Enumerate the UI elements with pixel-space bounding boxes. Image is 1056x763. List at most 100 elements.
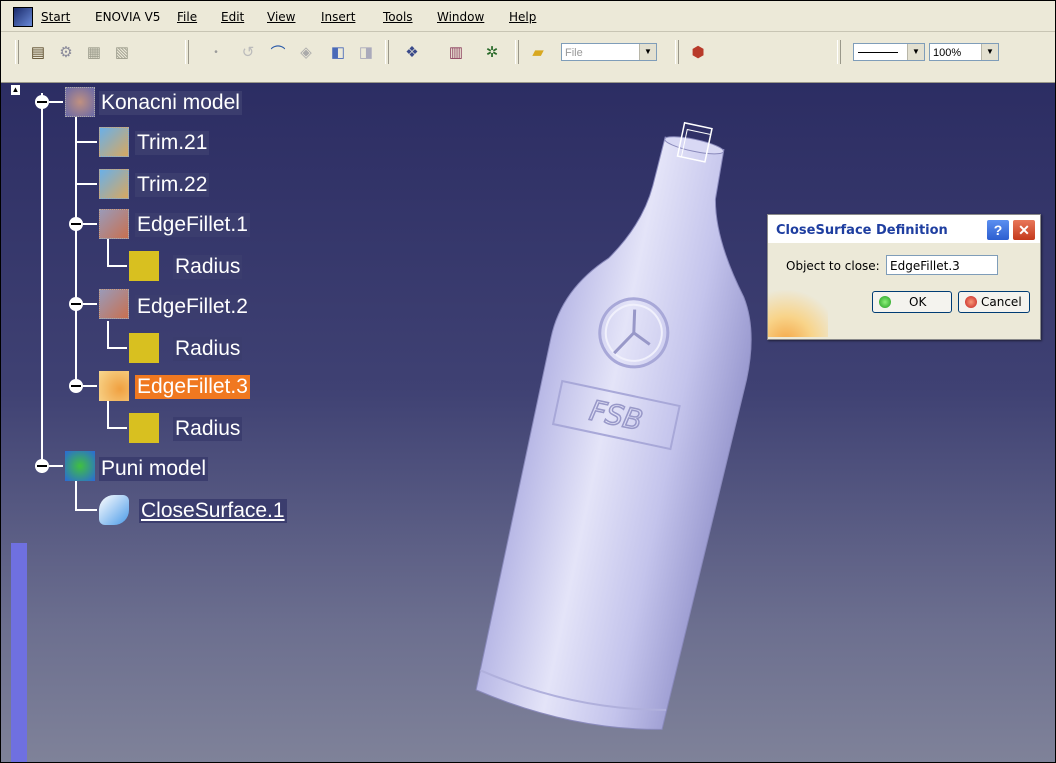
arc-icon[interactable]: ⌒ <box>267 41 289 63</box>
dialog-title-bar[interactable]: CloseSurface Definition ? ✕ <box>768 215 1040 243</box>
tree-branch <box>107 239 109 267</box>
analysis-icon[interactable]: ✲ <box>481 41 503 63</box>
tree-connector <box>83 385 97 387</box>
menu-enovia[interactable]: ENOVIA V5 <box>95 10 160 24</box>
tree-item-edgefillet-3[interactable]: EdgeFillet.3 <box>135 375 250 399</box>
app-window: Start ENOVIA V5 File Edit View Insert To… <box>0 0 1056 763</box>
edge-fillet-icon[interactable] <box>99 209 129 239</box>
apply-material-icon[interactable]: ❖ <box>401 41 423 63</box>
menu-insert[interactable]: Insert <box>321 10 355 24</box>
tree-item-radius[interactable]: Radius <box>173 337 243 361</box>
dialog-decoration <box>768 279 828 337</box>
tree-connector <box>107 265 127 267</box>
toolbar: ▤ ⚙ ▦ ▧ • ↺ ⌒ ◈ ◧ ◨ ❖ ▥ ✲ ▰ File ▼ ⬢ ▼ 1… <box>1 32 1055 83</box>
trim-icon[interactable] <box>99 127 129 157</box>
parameter-icon[interactable] <box>129 251 159 281</box>
close-icon[interactable]: ✕ <box>1012 219 1036 241</box>
expand-toggle[interactable] <box>69 297 83 311</box>
menu-help[interactable]: Help <box>509 10 536 24</box>
part-body-icon[interactable] <box>65 87 95 117</box>
point-icon[interactable]: • <box>205 41 227 63</box>
tree-item-konacni-model[interactable]: Konacni model <box>99 91 242 115</box>
open-folder-icon[interactable]: ▰ <box>527 41 549 63</box>
specification-tree: ▲ Konacni model Trim.21 Trim.22 EdgeFill… <box>1 83 321 543</box>
tree-scrollbar[interactable] <box>11 543 27 762</box>
chevron-down-icon[interactable]: ▼ <box>981 44 998 60</box>
toolbar-grip[interactable] <box>837 40 841 64</box>
undo-icon[interactable]: ↺ <box>237 41 259 63</box>
expand-toggle[interactable] <box>35 95 49 109</box>
cancel-label: Cancel <box>981 295 1022 309</box>
cancel-button[interactable]: Cancel <box>958 291 1030 313</box>
toolbar-grip[interactable] <box>385 40 389 64</box>
object-to-close-field[interactable]: EdgeFillet.3 <box>886 255 998 275</box>
tree-connector <box>77 183 97 185</box>
tree-item-trim-21[interactable]: Trim.21 <box>135 131 210 155</box>
tree-connector <box>49 101 63 103</box>
file-combo-value: File <box>565 47 583 59</box>
3d-viewport[interactable]: FSB ▲ Konacni model Trim.21 Trim.22 Edge… <box>1 83 1055 762</box>
ok-icon <box>879 296 891 308</box>
cancel-icon <box>965 296 977 308</box>
file-combo[interactable]: File ▼ <box>561 43 657 61</box>
ok-label: OK <box>909 295 927 309</box>
tree-connector <box>83 303 97 305</box>
ok-button[interactable]: OK <box>872 291 952 313</box>
toolbar-grip[interactable] <box>185 40 189 64</box>
chevron-down-icon[interactable]: ▼ <box>907 44 924 60</box>
view-icon[interactable]: ◧ <box>327 41 349 63</box>
publication-icon[interactable]: ▧ <box>111 41 133 63</box>
catia-logo-icon[interactable] <box>13 7 33 27</box>
menu-edit[interactable]: Edit <box>221 10 244 24</box>
tree-connector <box>49 465 63 467</box>
tree-item-radius[interactable]: Radius <box>173 417 243 441</box>
tree-item-edgefillet-2[interactable]: EdgeFillet.2 <box>135 295 250 319</box>
filter-icon[interactable]: ⬢ <box>687 41 709 63</box>
tools-icon[interactable]: ▦ <box>83 41 105 63</box>
menu-window[interactable]: Window <box>437 10 484 24</box>
toolbar-grip[interactable] <box>15 40 19 64</box>
scroll-up-icon[interactable]: ▲ <box>11 85 20 95</box>
expand-toggle[interactable] <box>69 217 83 231</box>
closesurface-dialog: CloseSurface Definition ? ✕ Object to cl… <box>767 214 1041 340</box>
tree-connector <box>83 223 97 225</box>
trim-icon[interactable] <box>99 169 129 199</box>
tree-item-closesurface-1[interactable]: CloseSurface.1 <box>139 499 287 523</box>
line-style-combo[interactable]: ▼ <box>853 43 925 61</box>
tree-item-edgefillet-1[interactable]: EdgeFillet.1 <box>135 213 250 237</box>
help-icon[interactable]: ? <box>986 219 1010 241</box>
geometrical-set-icon[interactable] <box>65 451 95 481</box>
menu-view[interactable]: View <box>267 10 295 24</box>
edge-fillet-icon[interactable] <box>99 371 129 401</box>
edge-fillet-icon[interactable] <box>99 289 129 319</box>
view-alt-icon[interactable]: ◨ <box>355 41 377 63</box>
toolbar-grip[interactable] <box>515 40 519 64</box>
tree-item-puni-model[interactable]: Puni model <box>99 457 209 481</box>
dialog-title: CloseSurface Definition <box>776 223 948 238</box>
catalog-icon[interactable]: ⚙ <box>55 41 77 63</box>
expand-toggle[interactable] <box>69 379 83 393</box>
parameter-icon[interactable] <box>129 333 159 363</box>
line-sample <box>858 52 898 53</box>
chevron-down-icon[interactable]: ▼ <box>639 44 656 60</box>
tree-item-radius[interactable]: Radius <box>173 255 243 279</box>
tree-trunk <box>41 93 43 473</box>
menu-tools[interactable]: Tools <box>383 10 413 24</box>
menu-file[interactable]: File <box>177 10 197 24</box>
close-surface-icon[interactable] <box>99 495 129 525</box>
object-to-close-label: Object to close: <box>786 259 880 273</box>
toolbar-grip[interactable] <box>675 40 679 64</box>
tree-item-trim-22[interactable]: Trim.22 <box>135 173 210 197</box>
tree-connector <box>107 427 127 429</box>
tree-connector <box>77 141 97 143</box>
parameter-icon[interactable] <box>129 413 159 443</box>
zoom-combo-value: 100% <box>933 47 962 59</box>
properties-icon[interactable]: ▤ <box>27 41 49 63</box>
tree-connector <box>77 509 97 511</box>
menu-start[interactable]: Start <box>41 10 70 24</box>
tree-connector <box>107 347 127 349</box>
sketch-icon[interactable]: ◈ <box>295 41 317 63</box>
table-icon[interactable]: ▥ <box>445 41 467 63</box>
expand-toggle[interactable] <box>35 459 49 473</box>
zoom-combo[interactable]: 100% ▼ <box>929 43 999 61</box>
